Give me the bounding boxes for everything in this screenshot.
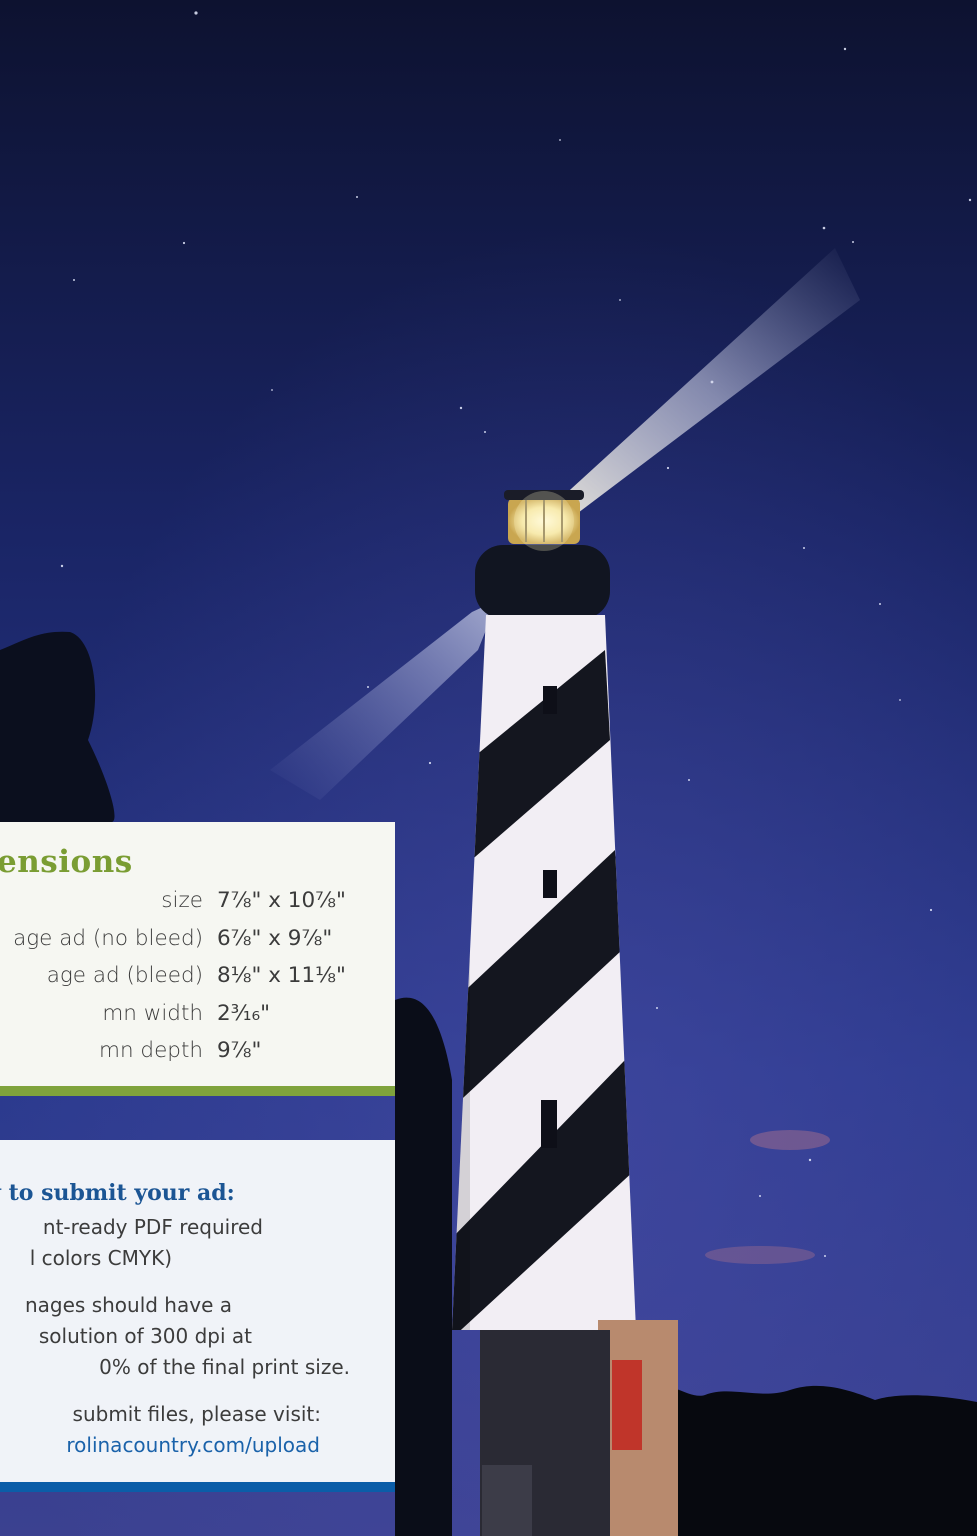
dimension-value: 7⅞" x 10⅞"	[217, 888, 346, 913]
instruction-line: nages should have a	[24, 1293, 232, 1317]
dimension-row: mn depth 9⅞"	[0, 1038, 395, 1076]
dimension-label: mn depth	[99, 1038, 203, 1063]
dimension-row: mn width 2³⁄₁₆"	[0, 1001, 395, 1039]
dimension-value: 6⅞" x 9⅞"	[217, 925, 333, 951]
instruction-line: solution of 300 dpi at	[38, 1324, 252, 1348]
dimension-row: age ad (no bleed) 6⅞" x 9⅞"	[0, 926, 395, 964]
instruction-line: 0% of the final print size.	[99, 1355, 350, 1379]
dimension-label: size	[161, 888, 203, 913]
instruction-line: nt-ready PDF required	[42, 1215, 263, 1239]
dimension-value: 8⅛" x 11⅛"	[217, 963, 346, 988]
dimension-label: mn width	[102, 1000, 203, 1026]
dimension-row: size 7⅞" x 10⅞"	[0, 888, 395, 926]
submit-heading: w to submit your ad:	[0, 1180, 235, 1206]
dimension-row: age ad (bleed) 8⅛" x 11⅛"	[0, 963, 395, 1001]
ad-dimensions-panel: nensions size 7⅞" x 10⅞" age ad (no bleed)…	[0, 822, 395, 1096]
dimension-label: age ad (bleed)	[46, 963, 203, 988]
instruction-line: submit files, please visit:	[72, 1402, 321, 1426]
dimension-value: 2³⁄₁₆"	[217, 1000, 271, 1026]
dimension-value: 9⅞"	[217, 1038, 262, 1063]
dimension-label: age ad (no bleed)	[13, 925, 203, 951]
dimensions-heading: nensions	[0, 844, 133, 880]
upload-link[interactable]: rolinacountry.com/upload	[66, 1430, 320, 1461]
instruction-line: l colors CMYK)	[29, 1246, 172, 1270]
submit-instructions-panel: w to submit your ad: nt-ready PDF requir…	[0, 1140, 395, 1492]
